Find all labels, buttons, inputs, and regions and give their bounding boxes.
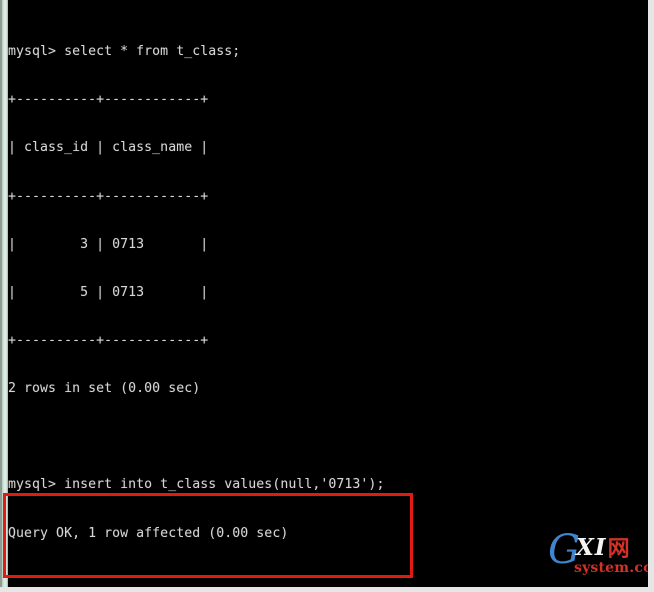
terminal-line: 2 rows in set (0.00 sec): [8, 381, 201, 397]
terminal-line: +----------+------------+: [8, 92, 209, 108]
terminal-line: mysql> select * from t_class;: [8, 44, 241, 60]
mysql-console[interactable]: mysql> select * from t_class; +---------…: [0, 0, 648, 587]
terminal-line: mysql> insert into t_class values(null,'…: [8, 477, 385, 493]
terminal-line: +----------+------------+: [8, 188, 209, 204]
terminal-output[interactable]: mysql> select * from t_class; +---------…: [8, 12, 648, 587]
watermark: G XI 网 system.com: [548, 530, 648, 585]
terminal-screenshot: mysql> select * from t_class; +---------…: [0, 0, 654, 592]
terminal-line: | class_id | class_name |: [8, 140, 209, 156]
terminal-line: | 5 | 0713 |: [8, 284, 209, 300]
terminal-line: +----------+------------+: [8, 332, 209, 348]
watermark-cjk-char: 网: [607, 537, 630, 562]
watermark-letters-xi: XI: [575, 534, 607, 561]
terminal-line: | 3 | 0713 |: [8, 236, 209, 252]
watermark-domain: system.com: [574, 560, 648, 576]
